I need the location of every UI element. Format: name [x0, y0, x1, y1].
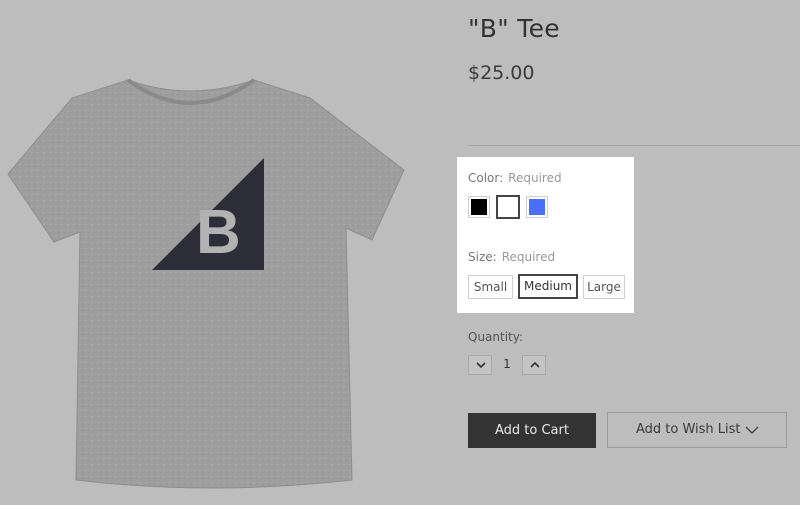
quantity-value[interactable]: 1 [499, 357, 515, 371]
product-title: "B" Tee [468, 14, 560, 43]
quantity-decrease-button[interactable] [468, 355, 492, 375]
quantity-label: Quantity: [468, 330, 524, 344]
color-required-text: Required [508, 171, 562, 185]
product-image: B [0, 60, 420, 500]
color-swatch-black[interactable] [468, 196, 490, 218]
chevron-up-icon [530, 362, 540, 368]
swatch-color [471, 199, 487, 215]
color-swatch-white[interactable] [496, 195, 520, 219]
product-price: $25.00 [468, 62, 535, 84]
product-options-panel: Color: Required Size: Required Small Mediu… [457, 157, 634, 313]
wish-list-label: Add to Wish List [636, 422, 741, 437]
size-small-button[interactable]: Small [468, 275, 513, 299]
size-large-button[interactable]: Large [583, 275, 625, 299]
divider [468, 145, 800, 146]
add-to-cart-button[interactable]: Add to Cart [468, 413, 596, 448]
color-option-label: Color: Required [468, 171, 562, 185]
chevron-down-icon [745, 426, 759, 434]
swatch-color [500, 199, 516, 215]
size-required-text: Required [501, 250, 556, 264]
color-label-text: Color: [468, 171, 504, 185]
size-medium-button[interactable]: Medium [518, 274, 578, 299]
swatch-color [529, 199, 545, 215]
svg-text:B: B [196, 198, 241, 267]
size-label-text: Size: [468, 250, 497, 264]
t-shirt-body [7, 79, 405, 489]
chevron-down-icon [476, 362, 486, 368]
color-swatch-blue[interactable] [526, 196, 548, 218]
size-option-label: Size: Required [468, 250, 555, 264]
t-shirt-image: B [7, 78, 405, 489]
quantity-increase-button[interactable] [522, 355, 546, 375]
add-to-wish-list-button[interactable]: Add to Wish List [607, 412, 787, 448]
